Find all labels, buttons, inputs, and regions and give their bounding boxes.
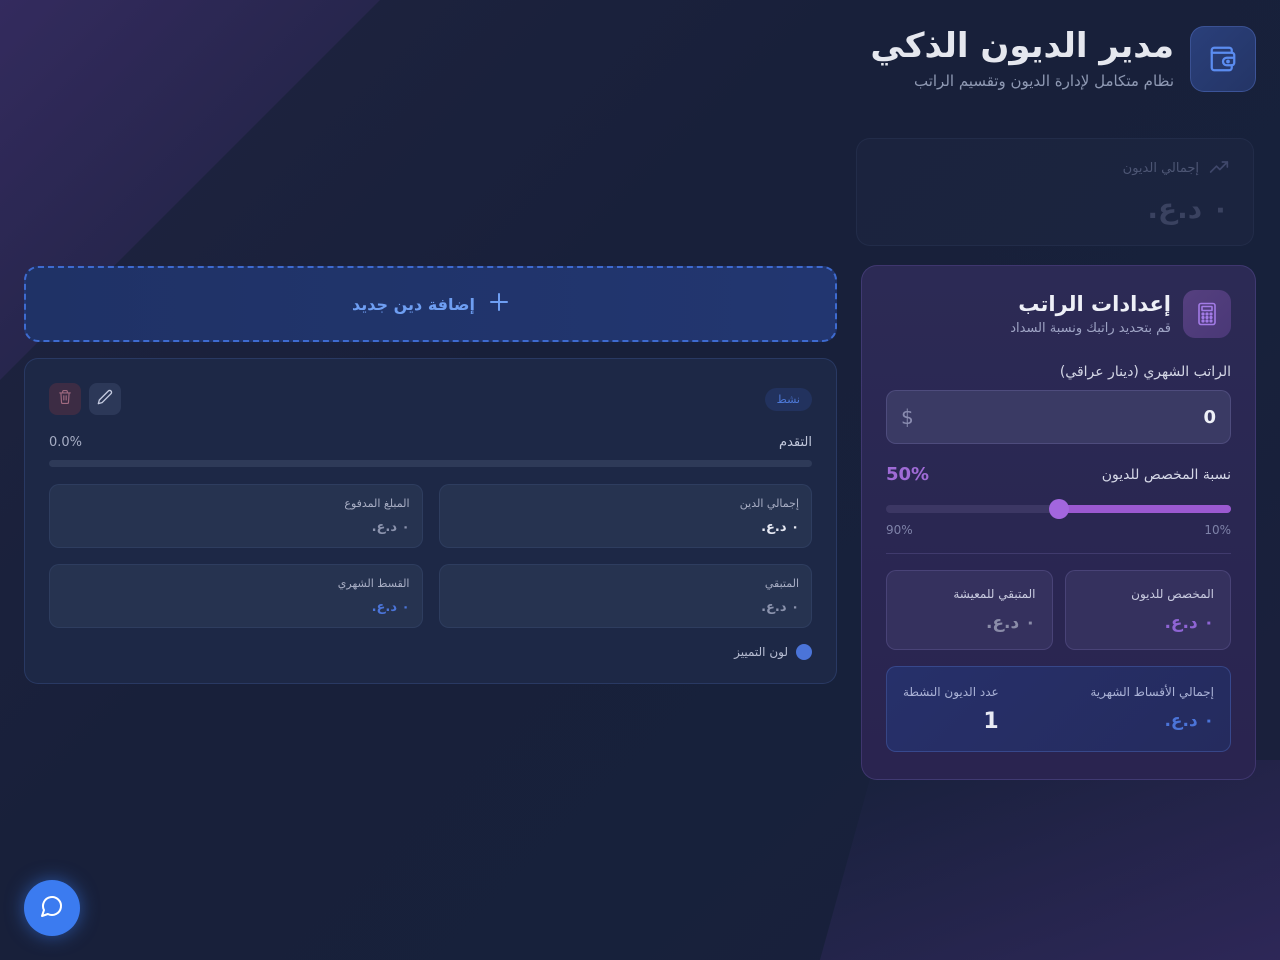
background-decoration-bottom bbox=[820, 760, 1280, 960]
slider-thumb[interactable] bbox=[1048, 499, 1069, 519]
paid-label: المبلغ المدفوع bbox=[344, 497, 410, 510]
app-title: مدير الديون الذكي bbox=[870, 26, 1174, 67]
salary-input[interactable]: 0 $ bbox=[886, 390, 1231, 444]
trending-up-icon bbox=[1209, 159, 1229, 178]
slider-fill bbox=[1058, 505, 1231, 513]
total-debts-summary-card: إجمالي الديون ٠ د.ع. bbox=[856, 138, 1254, 246]
remaining-box: المتبقي ٠ د.ع. bbox=[438, 564, 812, 628]
monthly-total-label: إجمالي الأقساط الشهرية bbox=[1090, 685, 1214, 699]
debt-total-box: إجمالي الدين ٠ د.ع. bbox=[438, 484, 812, 548]
pencil-icon bbox=[97, 389, 113, 409]
accent-color-swatch[interactable] bbox=[796, 644, 812, 660]
allocated-label: المخصص للديون bbox=[1131, 587, 1214, 601]
remaining-value: ٠ د.ع. bbox=[761, 600, 799, 615]
installment-label: القسط الشهري bbox=[337, 577, 410, 590]
paid-value: ٠ د.ع. bbox=[371, 520, 410, 535]
chat-button[interactable] bbox=[24, 880, 80, 936]
calculator-icon bbox=[1183, 290, 1231, 338]
divider bbox=[886, 553, 1231, 554]
ratio-value: 50% bbox=[886, 464, 930, 485]
remaining-for-living-card: المتبقي للمعيشة ٠ د.ع. bbox=[886, 570, 1053, 650]
color-label: لون التمييز bbox=[734, 645, 788, 659]
progress-bar bbox=[49, 460, 812, 467]
paid-amount-box: المبلغ المدفوع ٠ د.ع. bbox=[49, 484, 423, 548]
installment-value: ٠ د.ع. bbox=[371, 600, 410, 615]
total-debts-value: ٠ د.ع. bbox=[1147, 192, 1229, 225]
debt-card: نشط التقدم 0.0% إجمالي الدين ٠ د.ع. المب… bbox=[24, 358, 837, 684]
app-header: مدير الديون الذكي نظام متكامل لإدارة الد… bbox=[870, 26, 1256, 92]
monthly-totals-card: إجمالي الأقساط الشهرية ٠ د.ع. عدد الديون… bbox=[886, 666, 1231, 752]
salary-settings-title: إعدادات الراتب bbox=[1018, 292, 1171, 316]
add-debt-label: إضافة دين جديد bbox=[352, 294, 475, 314]
delete-button[interactable] bbox=[49, 383, 81, 415]
wallet-icon bbox=[1190, 26, 1256, 92]
installment-box: القسط الشهري ٠ د.ع. bbox=[49, 564, 423, 628]
progress-value: 0.0% bbox=[49, 435, 83, 450]
add-debt-button[interactable]: إضافة دين جديد bbox=[24, 266, 837, 342]
active-count-label: عدد الديون النشطة bbox=[903, 685, 999, 699]
slider-min-label: 10% bbox=[1204, 523, 1231, 537]
living-value: ٠ د.ع. bbox=[985, 613, 1036, 633]
salary-label: الراتب الشهري (دينار عراقي) bbox=[1059, 364, 1231, 380]
allocated-value: ٠ د.ع. bbox=[1164, 613, 1214, 633]
debt-total-label: إجمالي الدين bbox=[739, 497, 799, 510]
edit-button[interactable] bbox=[89, 383, 121, 415]
status-badge: نشط bbox=[764, 387, 812, 411]
salary-value[interactable]: 0 bbox=[1203, 407, 1216, 428]
dollar-icon: $ bbox=[901, 405, 914, 429]
debt-ratio-slider[interactable] bbox=[886, 499, 1231, 519]
slider-max-label: 90% bbox=[886, 523, 913, 537]
salary-settings-card: إعدادات الراتب قم بتحديد راتبك ونسبة الس… bbox=[861, 265, 1256, 780]
remaining-label: المتبقي bbox=[764, 577, 799, 590]
debt-total-value: ٠ د.ع. bbox=[761, 520, 799, 535]
living-label: المتبقي للمعيشة bbox=[953, 587, 1036, 601]
progress-label: التقدم bbox=[779, 435, 812, 450]
total-debts-label: إجمالي الديون bbox=[1122, 161, 1199, 176]
chat-bubble-icon bbox=[40, 894, 64, 922]
allocated-for-debts-card: المخصص للديون ٠ د.ع. bbox=[1064, 570, 1231, 650]
active-count-value: 1 bbox=[983, 709, 999, 734]
ratio-label: نسبة المخصص للديون bbox=[1101, 466, 1231, 483]
monthly-total-value: ٠ د.ع. bbox=[1164, 711, 1214, 731]
app-subtitle: نظام متكامل لإدارة الديون وتقسيم الراتب bbox=[913, 71, 1174, 90]
salary-settings-subtitle: قم بتحديد راتبك ونسبة السداد bbox=[1010, 321, 1171, 336]
trash-icon bbox=[58, 389, 72, 409]
plus-icon bbox=[489, 291, 509, 317]
